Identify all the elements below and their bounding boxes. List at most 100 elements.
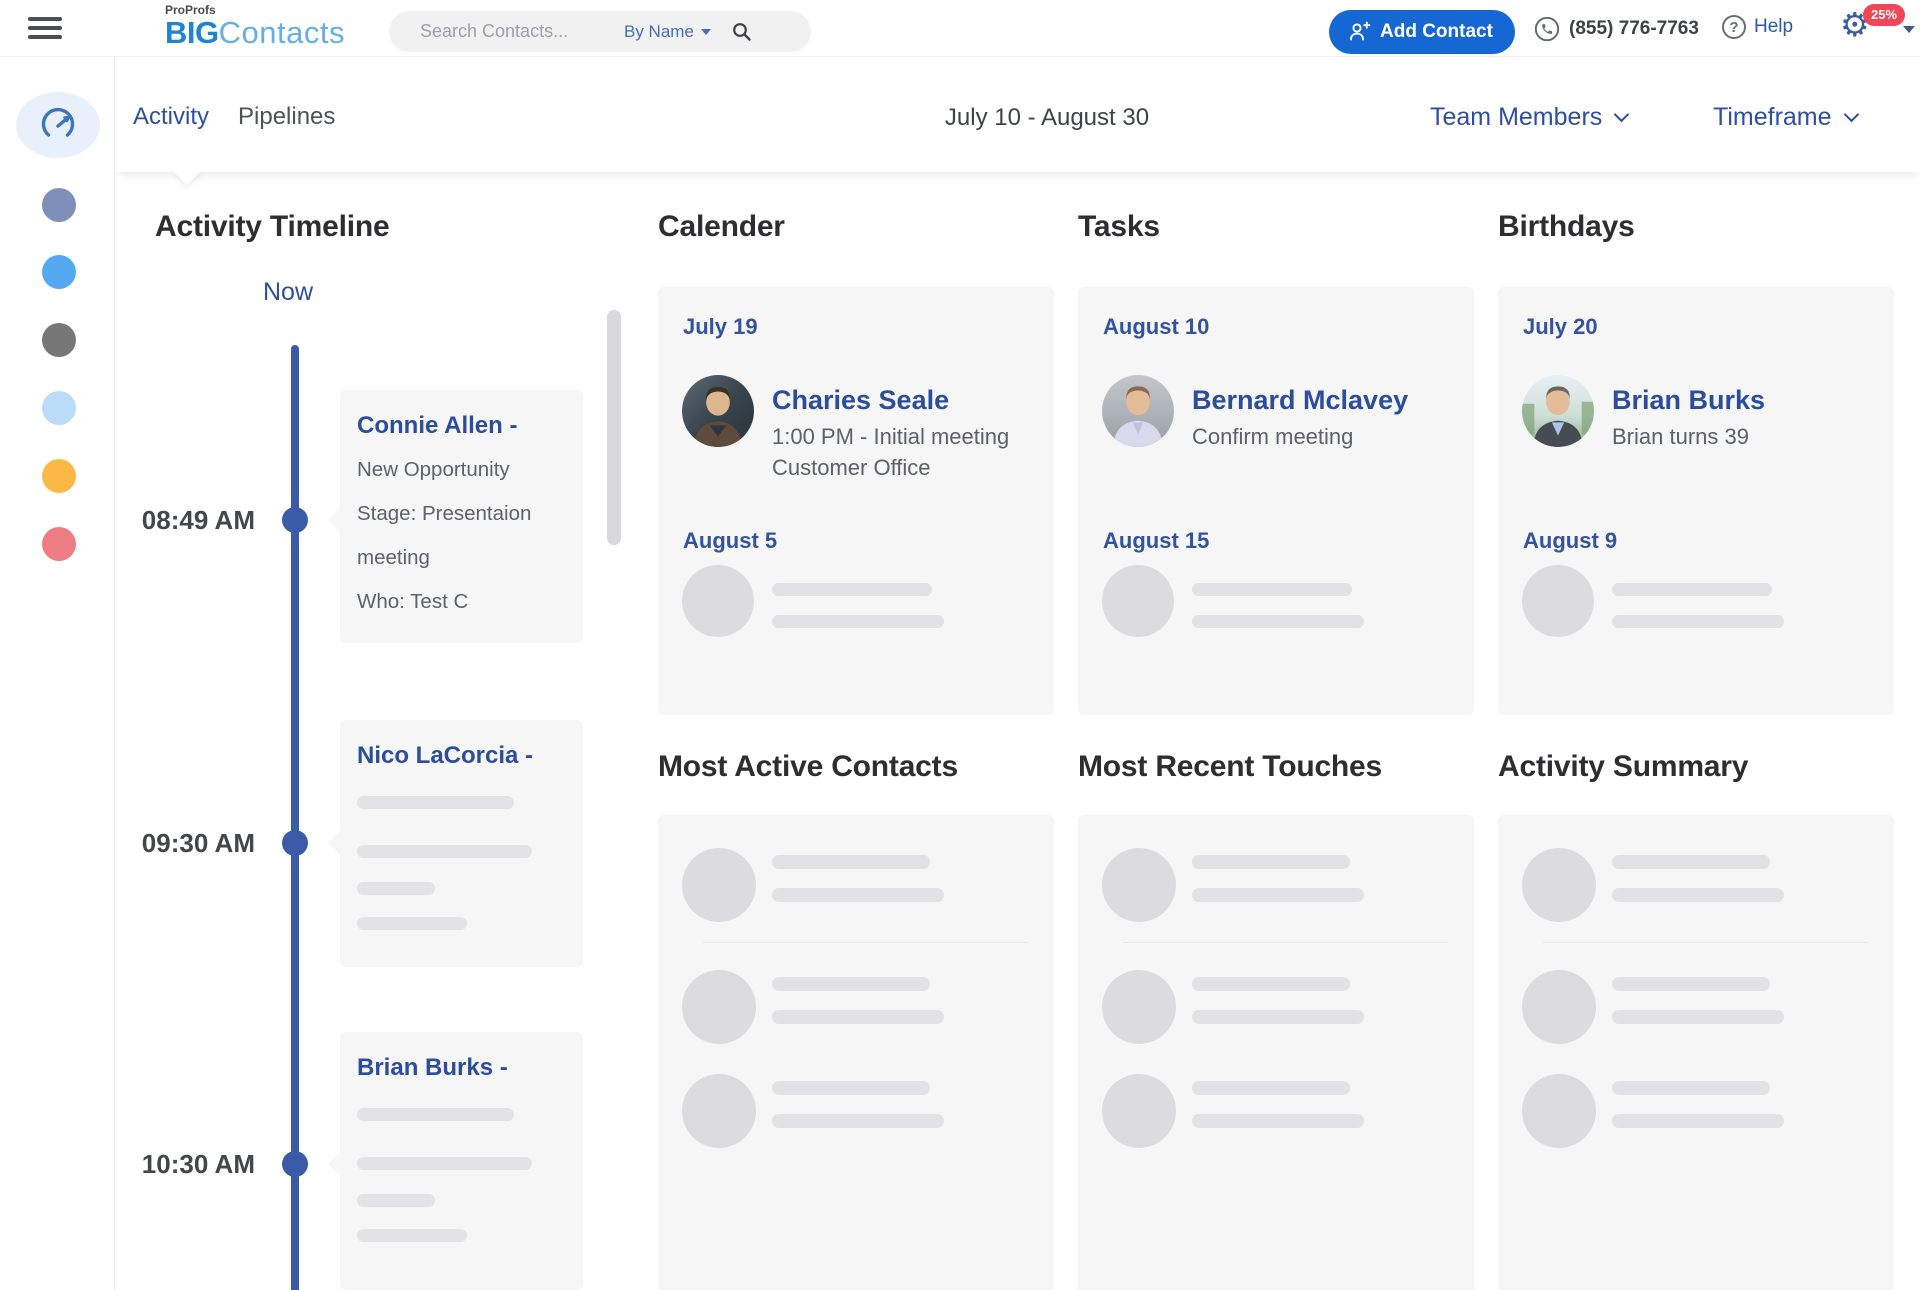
tasks-card: August 10 Bernard Mclavey Confirm meetin…	[1078, 287, 1474, 715]
sidebar-item-tasks[interactable]	[42, 323, 76, 357]
activity-card-text: New Opportunity Stage: Presentaion meeti…	[340, 440, 583, 624]
timeframe-dropdown[interactable]: Timeframe	[1713, 103, 1859, 132]
activity-summary-card	[1498, 815, 1894, 1290]
placeholder-bar	[1192, 888, 1364, 902]
speedometer-icon	[37, 104, 79, 146]
placeholder-bar	[1192, 583, 1352, 596]
avatar[interactable]	[1102, 375, 1174, 447]
help-label: Help	[1754, 16, 1794, 37]
activity-line: Who: Test C	[357, 590, 469, 613]
top-bar: ProProfs BIGContacts By Name Add Contact…	[0, 0, 1920, 57]
date-range: July 10 - August 30	[944, 104, 1150, 131]
help-icon: ?	[1722, 15, 1746, 39]
placeholder-bar	[1192, 977, 1350, 991]
phone-contact[interactable]: (855) 776-7763	[1534, 16, 1699, 42]
activity-card[interactable]: Brian Burks -	[328, 1032, 583, 1290]
contact-name-link[interactable]: Bernard Mclavey	[1192, 385, 1408, 416]
phone-icon	[1534, 16, 1560, 42]
sidebar-item-calendar[interactable]	[42, 255, 76, 289]
event-date: July 20	[1523, 314, 1598, 339]
sidebar	[0, 57, 115, 1290]
placeholder-avatar	[1102, 970, 1176, 1044]
placeholder-bar	[357, 1157, 532, 1170]
activity-summary-heading: Activity Summary	[1498, 750, 1749, 783]
time-label: 10:30 AM	[141, 1149, 255, 1179]
row-divider	[1123, 942, 1448, 943]
contact-name-link[interactable]: Charies Seale	[772, 385, 949, 416]
brand-bold: BIG	[165, 15, 219, 50]
settings-caret-icon[interactable]	[1903, 26, 1915, 33]
caret-down-icon	[700, 28, 711, 35]
activity-card[interactable]: Nico LaCorcia -	[328, 720, 583, 967]
placeholder-lines	[340, 1082, 583, 1242]
timeline-dot	[282, 507, 308, 533]
event-date: August 15	[1103, 528, 1210, 553]
placeholder-bar	[772, 615, 944, 628]
time-label: 09:30 AM	[141, 828, 255, 858]
placeholder-bar	[1612, 1081, 1770, 1095]
placeholder-avatar	[682, 1074, 756, 1148]
placeholder-bar	[1612, 888, 1784, 902]
tab-pipelines[interactable]: Pipelines	[238, 103, 335, 131]
now-label: Now	[262, 278, 313, 306]
sidebar-item-dashboard[interactable]	[16, 92, 100, 158]
time-label: 08:49 AM	[141, 505, 255, 535]
add-contact-button[interactable]: Add Contact	[1329, 10, 1515, 54]
placeholder-bar	[772, 977, 930, 991]
contact-name-link[interactable]: Brian Burks -	[340, 1032, 583, 1082]
event-detail: 1:00 PM - Initial meeting Customer Offic…	[772, 424, 1010, 480]
brand-logo[interactable]: ProProfs BIGContacts	[165, 4, 345, 48]
placeholder-bar	[772, 583, 932, 596]
timeline-scrollbar-thumb[interactable]	[607, 310, 621, 545]
sidebar-item-reports[interactable]	[42, 391, 76, 425]
activity-card[interactable]: Connie Allen - New Opportunity Stage: Pr…	[328, 390, 583, 643]
active-tab-notch	[172, 156, 202, 186]
most-recent-touches-card	[1078, 815, 1474, 1290]
placeholder-avatar	[682, 970, 756, 1044]
tab-activity[interactable]: Activity	[133, 103, 209, 131]
contact-name-link[interactable]: Nico LaCorcia -	[340, 720, 583, 770]
event-detail: Confirm meeting	[1192, 424, 1354, 449]
placeholder-bar	[357, 917, 467, 930]
placeholder-avatar	[1522, 970, 1596, 1044]
placeholder-bar	[1192, 615, 1364, 628]
birthdays-heading: Birthdays	[1498, 210, 1635, 243]
search-bar: By Name	[389, 11, 811, 52]
team-members-label: Team Members	[1430, 103, 1603, 131]
phone-number: (855) 776-7763	[1569, 18, 1699, 39]
hamburger-menu-icon[interactable]	[28, 17, 62, 40]
avatar[interactable]	[1522, 375, 1594, 447]
search-filter-label: By Name	[624, 21, 694, 41]
placeholder-bar	[772, 1114, 944, 1128]
team-members-dropdown[interactable]: Team Members	[1430, 103, 1630, 132]
avatar[interactable]	[682, 375, 754, 447]
sidebar-item-settings[interactable]	[42, 527, 76, 561]
contact-name-link[interactable]: Brian Burks	[1612, 385, 1765, 416]
placeholder-avatar	[682, 848, 756, 922]
row-divider	[703, 942, 1028, 943]
placeholder-bar	[357, 796, 514, 809]
search-icon[interactable]	[731, 21, 753, 43]
placeholder-bar	[1192, 855, 1350, 869]
help-link[interactable]: ? Help	[1722, 15, 1793, 39]
placeholder-avatar	[1522, 565, 1594, 637]
dashboard-nav: Activity Pipelines July 10 - August 30 T…	[115, 57, 1920, 186]
placeholder-bar	[1612, 583, 1772, 596]
placeholder-bar	[1612, 977, 1770, 991]
sidebar-item-contacts[interactable]	[42, 188, 76, 222]
search-input[interactable]	[389, 21, 624, 42]
event-date: August 10	[1103, 314, 1210, 339]
search-filter-dropdown[interactable]: By Name	[624, 22, 711, 42]
sidebar-item-email[interactable]	[42, 459, 76, 493]
placeholder-bar	[1192, 1081, 1350, 1095]
placeholder-bar	[772, 1081, 930, 1095]
contact-name-link[interactable]: Connie Allen -	[340, 390, 583, 440]
activity-timeline-heading: Activity Timeline	[155, 210, 390, 243]
placeholder-bar	[772, 888, 944, 902]
placeholder-avatar	[682, 565, 754, 637]
brand-light: Contacts	[218, 15, 345, 50]
calendar-heading: Calender	[658, 210, 785, 243]
placeholder-bar	[1192, 1114, 1364, 1128]
placeholder-avatar	[1102, 848, 1176, 922]
event-date: July 19	[683, 314, 758, 339]
